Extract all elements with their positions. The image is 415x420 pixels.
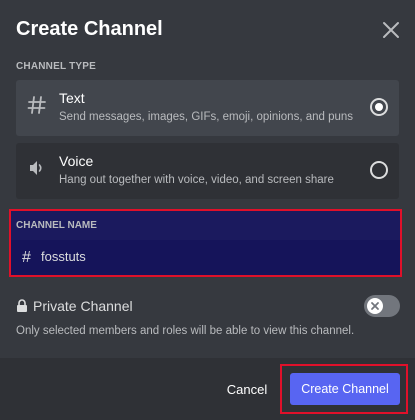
channel-name-section: CHANNEL NAME # — [9, 209, 402, 277]
private-channel-row: Private Channel — [16, 295, 400, 319]
channel-type-text-description: Send messages, images, GIFs, emoji, opin… — [59, 111, 354, 123]
close-button[interactable] — [379, 18, 403, 42]
create-channel-button[interactable]: Create Channel — [290, 373, 400, 405]
hash-icon — [26, 94, 48, 116]
private-channel-label: Private Channel — [33, 298, 133, 314]
speaker-icon — [26, 157, 48, 179]
cancel-button[interactable]: Cancel — [216, 379, 278, 399]
close-icon — [383, 22, 399, 38]
channel-type-voice-title: Voice — [59, 153, 94, 169]
channel-name-input[interactable] — [41, 249, 361, 264]
channel-name-hash-prefix: # — [22, 249, 31, 266]
channel-type-text-option[interactable]: Text Send messages, images, GIFs, emoji,… — [16, 80, 399, 136]
dialog-title: Create Channel — [16, 18, 163, 40]
channel-name-input-wrap: # — [11, 240, 400, 275]
private-channel-toggle[interactable] — [364, 295, 400, 317]
private-channel-description: Only selected members and roles will be … — [16, 325, 355, 337]
toggle-knob — [367, 298, 383, 314]
channel-type-label: CHANNEL TYPE — [16, 61, 97, 72]
channel-name-label: CHANNEL NAME — [16, 220, 97, 231]
create-button-highlight: Create Channel — [280, 364, 408, 414]
lock-icon — [17, 299, 27, 312]
text-radio[interactable] — [370, 98, 388, 116]
dialog-footer: Cancel Create Channel — [0, 358, 415, 420]
toggle-off-icon — [371, 302, 379, 310]
channel-type-voice-description: Hang out together with voice, video, and… — [59, 174, 334, 186]
channel-type-voice-option[interactable]: Voice Hang out together with voice, vide… — [16, 143, 399, 199]
channel-type-text-title: Text — [59, 90, 85, 106]
voice-radio[interactable] — [370, 161, 388, 179]
